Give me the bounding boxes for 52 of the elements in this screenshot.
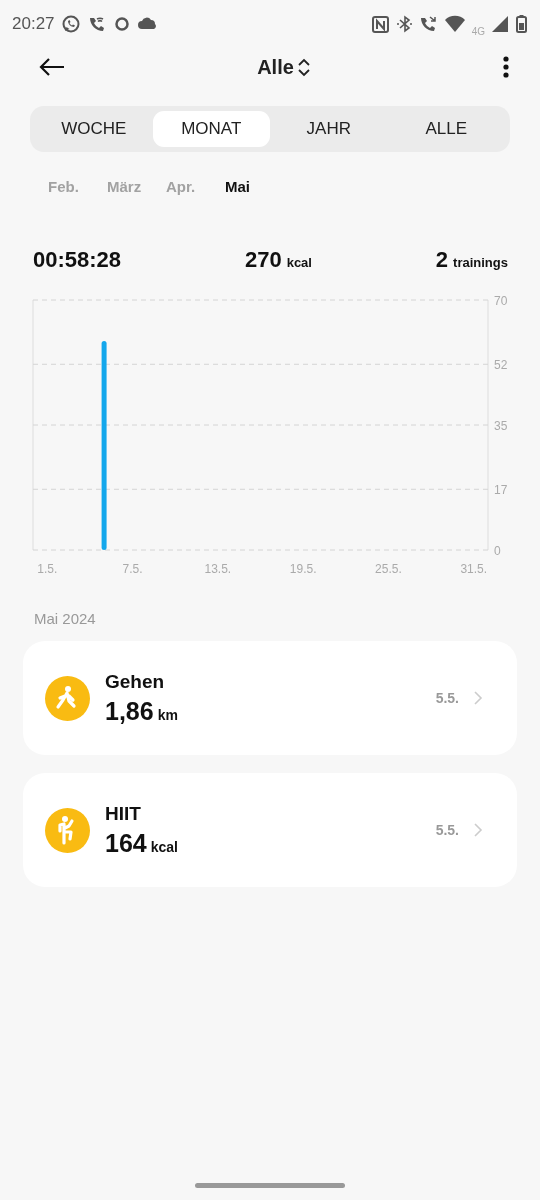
axis-tick-label: 70	[494, 294, 508, 308]
period-tab[interactable]: WOCHE	[35, 111, 153, 147]
section-title: Mai 2024	[34, 610, 96, 627]
workout-value: 1,86	[105, 696, 154, 726]
axis-tick-label: 19.5.	[289, 562, 317, 576]
workout-date: 5.5.	[435, 690, 459, 706]
axis-tick-label: 1.5.	[37, 562, 58, 576]
clock: 20:27	[12, 14, 55, 34]
network-label: 4G	[471, 25, 485, 37]
workout-date: 5.5.	[435, 822, 459, 838]
title-dropdown[interactable]: Alle	[257, 55, 311, 79]
signal-icon	[491, 14, 509, 34]
axis-tick-label: 17	[494, 483, 508, 498]
chevron-right-icon	[473, 690, 483, 706]
unit-label: trainings	[453, 255, 508, 270]
period-tab[interactable]: MONAT	[152, 111, 270, 147]
battery-icon	[515, 14, 528, 34]
unit-label: kcal	[286, 255, 312, 270]
workout-count: 2	[435, 247, 449, 273]
period-tab[interactable]: ALLE	[387, 111, 505, 147]
exercising-person-icon	[45, 807, 90, 853]
duration-value: 00:58:28	[33, 247, 122, 273]
month-tab[interactable]: Mai	[213, 178, 272, 195]
axis-tick-label: 31.5.	[460, 562, 488, 576]
sort-caret-icon	[296, 57, 311, 77]
unit-label: km	[157, 706, 178, 723]
axis-tick-label: 0	[494, 544, 501, 558]
axis-tick-label: 13.5.	[204, 562, 232, 576]
walking-person-icon	[45, 675, 90, 721]
ring-icon	[112, 14, 131, 34]
chat-icon	[60, 14, 81, 34]
axis-tick-label: 35	[494, 419, 508, 433]
wifi-icon	[443, 14, 466, 34]
axis-tick-label: 25.5.	[375, 562, 402, 576]
axis-tick-label: 7.5.	[122, 562, 143, 576]
workout-card[interactable]: HIIT 164 kcal 5.5.	[23, 773, 517, 887]
back-arrow-icon	[38, 56, 66, 78]
calories-value: 270	[244, 247, 282, 273]
workout-name: HIIT	[105, 802, 142, 825]
unit-label: kcal	[150, 838, 178, 855]
workout-name: Gehen	[105, 670, 166, 693]
more-icon	[502, 55, 510, 79]
chevron-right-icon	[473, 822, 483, 838]
workout-card[interactable]: Gehen 1,86 km 5.5.	[23, 641, 517, 755]
nfc-icon	[370, 14, 390, 34]
back-button[interactable]	[38, 56, 66, 78]
workout-value: 164	[105, 828, 147, 858]
axis-tick-label: 52	[494, 358, 508, 373]
call-icon	[418, 14, 438, 34]
more-button[interactable]	[502, 55, 510, 79]
period-tab[interactable]: JAHR	[270, 111, 388, 147]
bluetooth-icon	[395, 14, 413, 34]
